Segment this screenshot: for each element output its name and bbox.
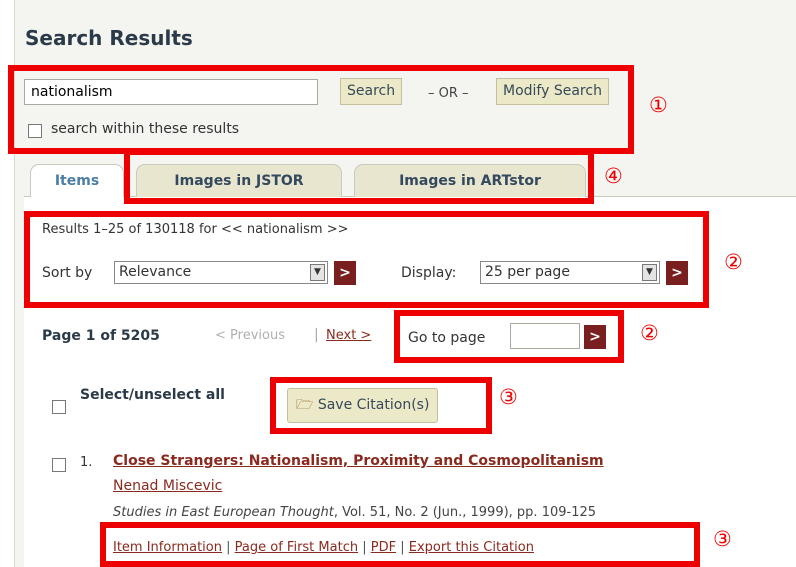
item-details: , Vol. 51, No. 2 (Jun., 1999), pp. 109-1… [333, 505, 597, 520]
item-information-link[interactable]: Item Information [113, 540, 222, 555]
select-all-label: Select/unselect all [80, 387, 225, 403]
link-divider: | [400, 540, 405, 555]
search-input[interactable] [24, 79, 318, 105]
pagination-divider: | [314, 327, 319, 343]
item-journal: Studies in East European Thought [113, 505, 334, 520]
chevron-down-icon: ▼ [310, 264, 325, 281]
item-links: Item Information | Page of First Match |… [113, 540, 534, 555]
item-title-link[interactable]: Close Strangers: Nationalism, Proximity … [113, 453, 604, 469]
display-select[interactable]: 25 per page ▼ [480, 261, 660, 284]
page-title: Search Results [25, 26, 193, 50]
next-link[interactable]: Next > [326, 328, 371, 343]
previous-link[interactable]: < Previous [215, 328, 285, 343]
link-divider: | [362, 540, 367, 555]
item-checkbox[interactable] [52, 458, 66, 472]
link-divider: | [226, 540, 231, 555]
export-citation-link[interactable]: Export this Citation [409, 540, 534, 555]
save-citations-label: Save Citation(s) [317, 397, 430, 413]
annotation-number-3a: ③ [499, 385, 518, 409]
sort-go-button[interactable]: > [334, 261, 356, 285]
annotation-number-4: ④ [604, 164, 623, 188]
page-info: Page 1 of 5205 [42, 328, 160, 344]
display-value: 25 per page [485, 264, 570, 280]
sort-select[interactable]: Relevance ▼ [114, 261, 328, 284]
pdf-link[interactable]: PDF [371, 540, 396, 555]
item-citation: Studies in East European Thought, Vol. 5… [113, 505, 596, 520]
annotation-number-1: ① [649, 93, 668, 117]
tab-items[interactable]: Items [30, 164, 124, 198]
search-button[interactable]: Search [340, 78, 403, 105]
annotation-number-3b: ③ [713, 527, 732, 551]
page-of-first-match-link[interactable]: Page of First Match [235, 540, 358, 555]
display-label: Display: [401, 265, 457, 281]
goto-label: Go to page [408, 330, 486, 346]
tab-images-in-jstor[interactable]: Images in JSTOR [136, 164, 342, 197]
goto-go-button[interactable]: > [584, 325, 606, 349]
annotation-number-2b: ② [640, 321, 659, 345]
sort-label: Sort by [42, 265, 93, 281]
modify-search-button[interactable]: Modify Search [496, 78, 609, 105]
sort-value: Relevance [119, 264, 192, 280]
item-author-link[interactable]: Nenad Miscevic [113, 478, 222, 494]
goto-page-input[interactable] [510, 323, 580, 349]
folder-save-icon: 🗁 [296, 397, 314, 413]
select-all-checkbox[interactable] [52, 400, 66, 414]
annotation-number-2a: ② [724, 250, 743, 274]
search-within-checkbox[interactable] [28, 124, 42, 138]
results-summary: Results 1–25 of 130118 for << nationalis… [42, 222, 349, 237]
item-number: 1. [80, 455, 93, 470]
or-separator: – OR – [428, 86, 469, 101]
save-citations-button[interactable]: 🗁 Save Citation(s) [287, 388, 439, 423]
chevron-down-icon: ▼ [642, 264, 657, 281]
search-within-label: search within these results [51, 121, 240, 137]
tab-images-in-artstor[interactable]: Images in ARTstor [354, 164, 586, 197]
display-go-button[interactable]: > [666, 261, 688, 285]
